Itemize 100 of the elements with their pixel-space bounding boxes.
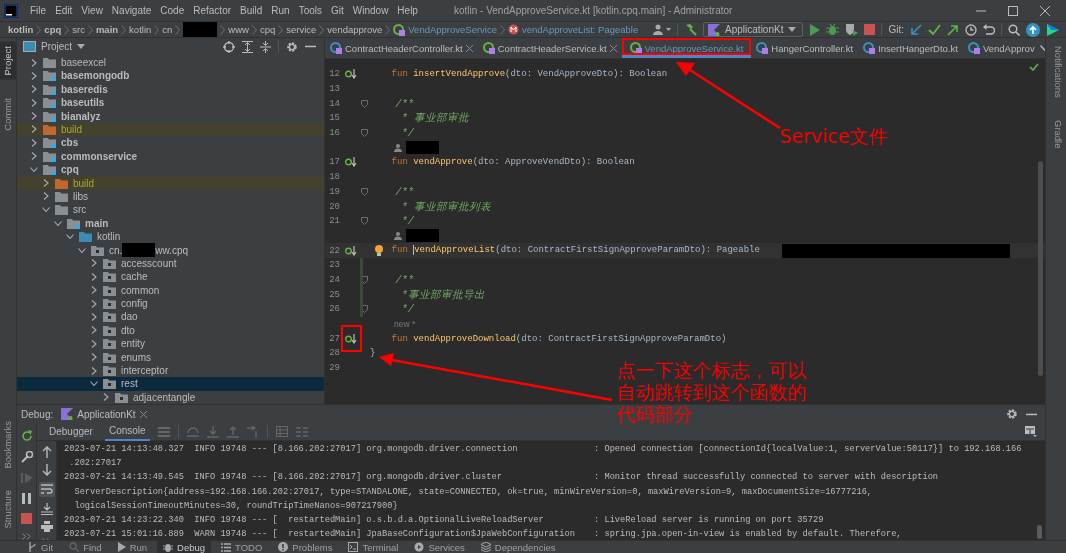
run-config-dropdown[interactable]: ApplicationKt (703, 22, 804, 37)
chevron-right-icon[interactable] (90, 312, 98, 321)
tree-item[interactable]: src (17, 203, 324, 217)
rerun-icon[interactable] (20, 430, 33, 442)
tree-item[interactable]: rest (17, 377, 324, 391)
chevron-right-icon[interactable] (42, 179, 50, 188)
tree-item[interactable]: bianalyz (17, 109, 324, 123)
tool-window-button[interactable]: Debug (157, 541, 212, 553)
breadcrumb-item[interactable]: service (286, 24, 317, 35)
implementation-marker-icon[interactable] (344, 157, 357, 168)
hammer-icon[interactable] (684, 23, 698, 36)
collapse-all-icon[interactable] (260, 40, 271, 53)
more-icon[interactable] (22, 533, 31, 540)
tree-item[interactable]: basemongodb (17, 69, 324, 83)
chevron-right-icon[interactable] (90, 286, 98, 295)
tree-item[interactable]: main (17, 216, 324, 230)
menu-item[interactable]: Tools (298, 5, 322, 16)
arrow-up-right-icon[interactable] (947, 23, 959, 36)
tree-item[interactable]: libs (17, 189, 324, 204)
printer-icon[interactable] (40, 521, 53, 532)
menu-item[interactable]: Code (160, 5, 185, 16)
menu-item[interactable]: Refactor (193, 5, 232, 16)
tree-item[interactable]: baseredis (17, 82, 324, 96)
chevron-right-icon[interactable] (90, 353, 98, 362)
tool-window-button[interactable]: Run (111, 541, 154, 553)
crosshair-icon[interactable] (223, 40, 235, 53)
chevron-right-icon[interactable] (30, 71, 38, 80)
user-dropdown-icon[interactable] (653, 24, 672, 35)
arrow-up-icon[interactable] (41, 446, 52, 458)
chevron-right-icon[interactable] (90, 299, 98, 308)
chevron-down-icon[interactable] (78, 247, 86, 253)
tool-window-tab[interactable]: Gradle (1046, 115, 1066, 153)
breadcrumb-item[interactable]: src (72, 24, 85, 35)
chevron-right-icon[interactable] (30, 112, 38, 121)
fold-icon[interactable] (361, 129, 368, 138)
editor-tab[interactable]: HangerController.kt (751, 38, 859, 58)
debug-subtab[interactable]: Debugger (45, 423, 97, 440)
close-icon[interactable] (139, 410, 147, 418)
editor-tab[interactable]: ContractHeaderService.kt (477, 38, 622, 58)
tool-window-button[interactable]: Find (63, 541, 108, 553)
tree-item[interactable]: cache (17, 270, 324, 284)
editor-tab[interactable]: InsertHangerDto.kt (858, 38, 963, 58)
tree-item[interactable]: cpq (17, 162, 324, 177)
undo-icon[interactable] (983, 23, 995, 36)
tool-window-button[interactable]: Services (408, 541, 471, 553)
menu-item[interactable]: Help (397, 5, 418, 16)
chevron-right-icon[interactable] (42, 192, 50, 201)
tool-window-tab[interactable]: Bookmarks (0, 416, 16, 473)
tree-item[interactable]: build (17, 122, 324, 137)
tree-item[interactable]: commonservice (17, 149, 324, 163)
chevron-right-icon[interactable] (90, 326, 98, 335)
tree-item[interactable]: dao (17, 310, 324, 324)
arrow-down-left-icon[interactable] (910, 23, 922, 36)
chevron-right-icon[interactable] (30, 138, 38, 147)
project-view-dropdown[interactable]: Project (23, 41, 86, 53)
breadcrumb-item[interactable]: vendApproveList: Pageable (508, 24, 639, 35)
expand-all-icon[interactable] (242, 40, 253, 53)
tool-window-tab[interactable]: Structure (0, 486, 16, 533)
tree-item[interactable]: kotlin (17, 229, 324, 244)
soft-wrap-toggle[interactable] (38, 482, 55, 497)
run-icon[interactable] (809, 23, 821, 36)
chevron-down-icon[interactable] (54, 220, 62, 226)
breadcrumb-item[interactable]: www (228, 24, 249, 35)
close-icon[interactable] (609, 44, 617, 52)
tree-item[interactable]: dto (17, 323, 324, 338)
tool-window-tab[interactable]: Project (0, 42, 16, 80)
menu-item[interactable]: Build (240, 5, 263, 16)
breadcrumb-item[interactable]: main (95, 24, 119, 35)
scrollbar[interactable] (1038, 161, 1043, 376)
tree-item[interactable]: common (17, 283, 324, 297)
chevron-right-icon[interactable] (30, 98, 38, 107)
editor-tab[interactable]: ContractHeaderController.kt (325, 38, 478, 58)
breadcrumb-item[interactable]: cpq (44, 24, 62, 35)
editor-tab[interactable]: VendApprov (962, 38, 1040, 58)
arrow-down-icon[interactable] (41, 464, 52, 476)
chevron-right-icon[interactable] (30, 152, 38, 161)
menu-item[interactable]: View (81, 5, 103, 16)
editor-tab[interactable]: VendApproveService.kt (621, 38, 752, 58)
tool-window-button[interactable]: TODO (215, 541, 269, 553)
breadcrumb-item[interactable]: kotlin (8, 24, 34, 35)
chevron-right-icon[interactable] (90, 272, 98, 281)
tree-item[interactable]: enums (17, 350, 324, 364)
maximize-icon[interactable] (1008, 5, 1018, 16)
pause-icon[interactable] (21, 493, 32, 504)
tool-window-button[interactable]: Problems (272, 541, 339, 553)
minimize-icon[interactable] (305, 45, 316, 49)
settings-icon[interactable] (1006, 408, 1018, 420)
menu-item[interactable]: Run (271, 5, 290, 16)
layout-settings-icon[interactable] (1025, 426, 1037, 437)
tree-item[interactable]: build (17, 176, 324, 190)
tool-window-button[interactable]: Git (22, 541, 60, 553)
search-icon[interactable] (1008, 23, 1020, 36)
breadcrumb-item[interactable]: cpq (259, 24, 276, 35)
chevron-right-icon[interactable] (90, 366, 98, 375)
menu-item[interactable]: Edit (55, 5, 73, 16)
checkmark-icon[interactable] (928, 24, 941, 35)
clock-icon[interactable] (965, 23, 977, 36)
tree-item[interactable]: adjacentangle (17, 390, 324, 404)
tree-item[interactable]: interceptor (17, 363, 324, 378)
scroll-to-end-icon[interactable] (40, 503, 53, 515)
